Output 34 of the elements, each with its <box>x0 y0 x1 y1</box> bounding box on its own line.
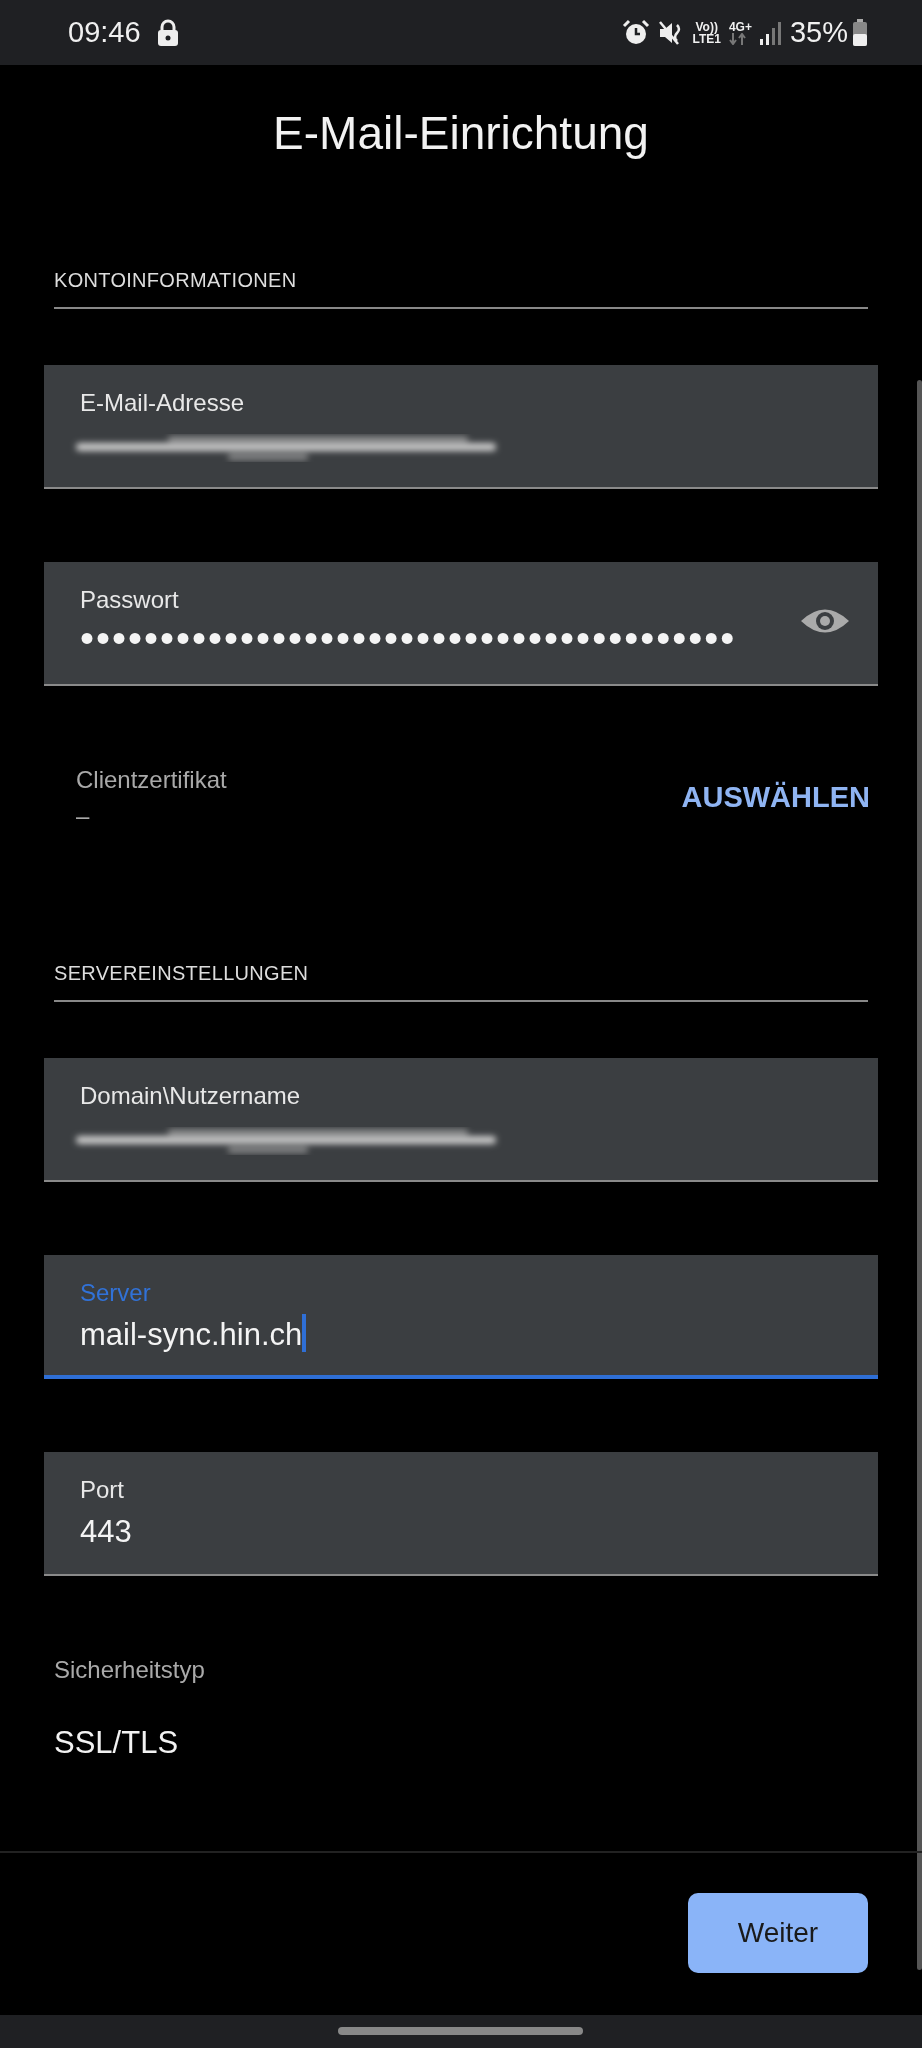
text-cursor <box>302 1314 307 1352</box>
volte-sub-label: LTE1 <box>692 32 721 45</box>
battery-icon <box>852 18 868 47</box>
field-value: mail-sync.hin.ch <box>80 1316 303 1354</box>
alarm-icon <box>622 18 651 47</box>
next-button[interactable]: Weiter <box>688 1893 868 1973</box>
screen-title: E-Mail-Einrichtung <box>272 106 650 161</box>
text-field[interactable]: E-Mail-Adresse <box>44 365 878 489</box>
password-field[interactable]: Passwort ••••••••••••••••••••••••••••••••••••••••• <box>44 562 878 686</box>
field-value: SSL/TLS <box>54 1724 179 1762</box>
select-button[interactable]: AUSWÄHLEN <box>681 776 870 820</box>
field-label: Sicherheitstyp <box>54 1655 206 1685</box>
field-label: E-Mail-Adresse <box>80 388 245 418</box>
text-field[interactable]: Domain\Nutzername <box>44 1058 878 1182</box>
network-label: 4G+ <box>728 20 752 33</box>
section-heading: SERVEREINSTELLUNGEN <box>54 958 868 1002</box>
text-field[interactable]: Server mail-sync.hin.ch <box>44 1255 878 1379</box>
field-label: Port <box>80 1475 124 1505</box>
section-heading: KONTOINFORMATIONEN <box>54 265 868 309</box>
field-label: Server <box>80 1278 151 1308</box>
battery-percent: 35% <box>789 14 848 50</box>
data-arrows-icon <box>728 32 747 45</box>
signal-icon <box>759 20 782 45</box>
password-value: ••••••••••••••••••••••••••••••••••••••••• <box>80 618 737 658</box>
home-handle[interactable] <box>338 2027 583 2035</box>
field-label: Passwort <box>80 585 179 615</box>
volte-label: Vo)) <box>695 20 718 33</box>
field-label: Clientzertifikat <box>76 765 227 795</box>
field-value: 443 <box>80 1513 132 1551</box>
field-label: Domain\Nutzername <box>80 1081 301 1111</box>
clock-time: 09:46 <box>68 14 141 50</box>
lock-icon <box>156 18 179 47</box>
field-value: – <box>76 802 90 829</box>
text-field[interactable]: Port 443 <box>44 1452 878 1576</box>
